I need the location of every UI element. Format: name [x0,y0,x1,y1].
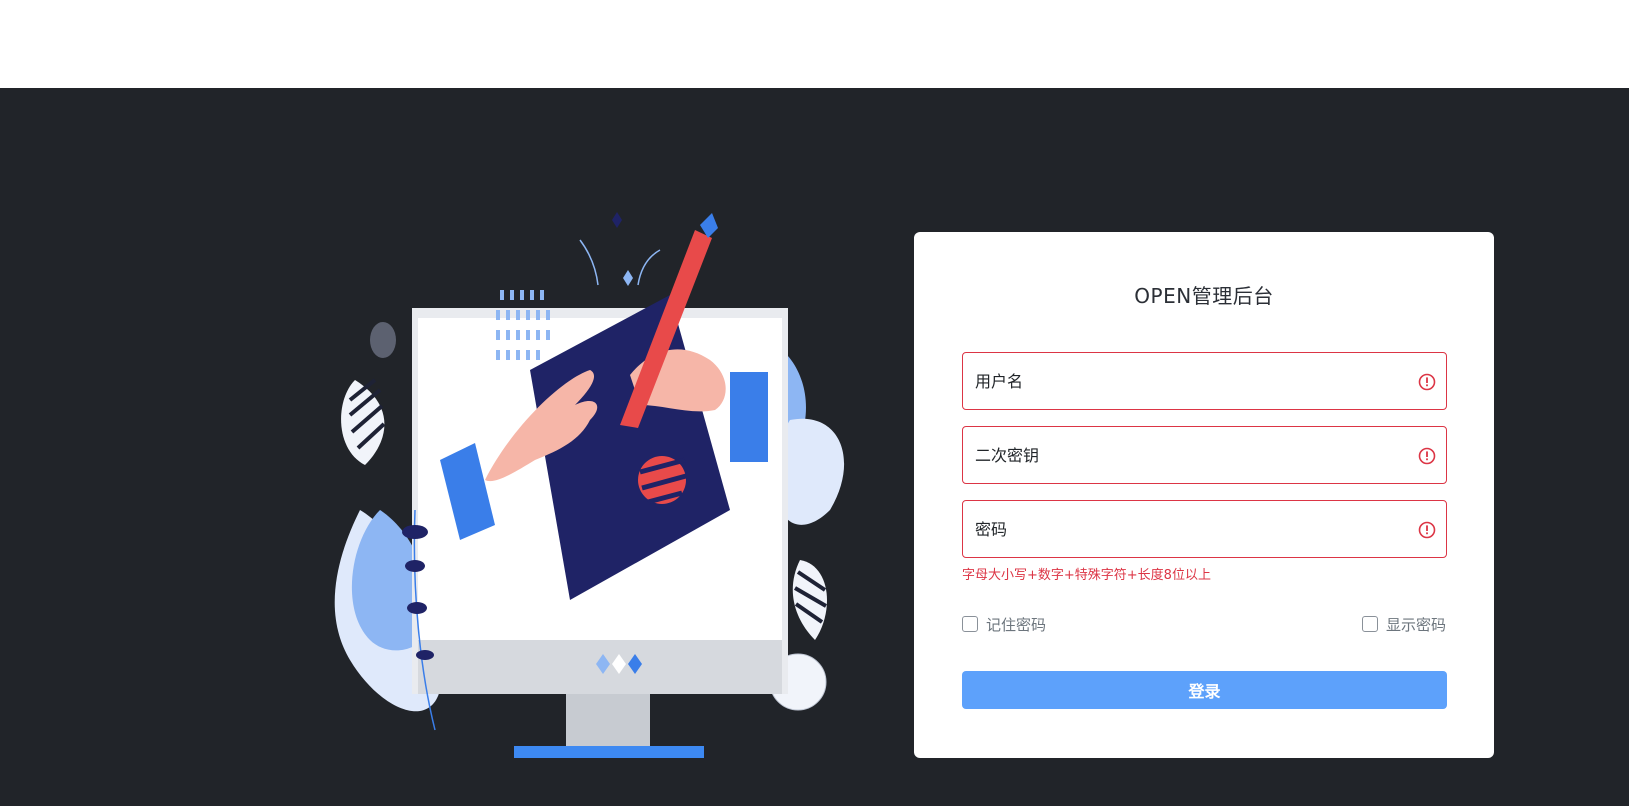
password-field[interactable] [962,500,1447,558]
login-title: OPEN管理后台 [1134,284,1274,308]
exclamation-circle-icon [1418,373,1436,391]
secret-key-input[interactable] [963,427,1403,483]
exclamation-circle-icon [1418,521,1436,539]
login-button[interactable]: 登录 [962,671,1447,709]
password-hint: 字母大小写+数字+特殊字符+长度8位以上 [962,568,1211,583]
login-illustration [320,210,880,780]
show-password-option[interactable]: 显示密码 [1361,614,1446,635]
remember-password-label[interactable]: 记住密码 [986,614,1046,635]
top-header-bar [0,0,1629,88]
remember-password-option[interactable]: 记住密码 [962,614,1046,634]
secret-key-field[interactable] [962,426,1447,484]
username-field[interactable] [962,352,1447,410]
show-password-label[interactable]: 显示密码 [1386,614,1446,635]
username-input[interactable] [963,353,1403,409]
login-card: OPEN管理后台 字母大小写+数字+特殊字符+长度8位以上 记住密码 显示密码 [914,232,1494,758]
remember-password-checkbox[interactable] [962,616,978,632]
show-password-checkbox[interactable] [1361,616,1378,632]
password-input[interactable] [963,501,1403,557]
exclamation-circle-icon [1418,447,1436,465]
